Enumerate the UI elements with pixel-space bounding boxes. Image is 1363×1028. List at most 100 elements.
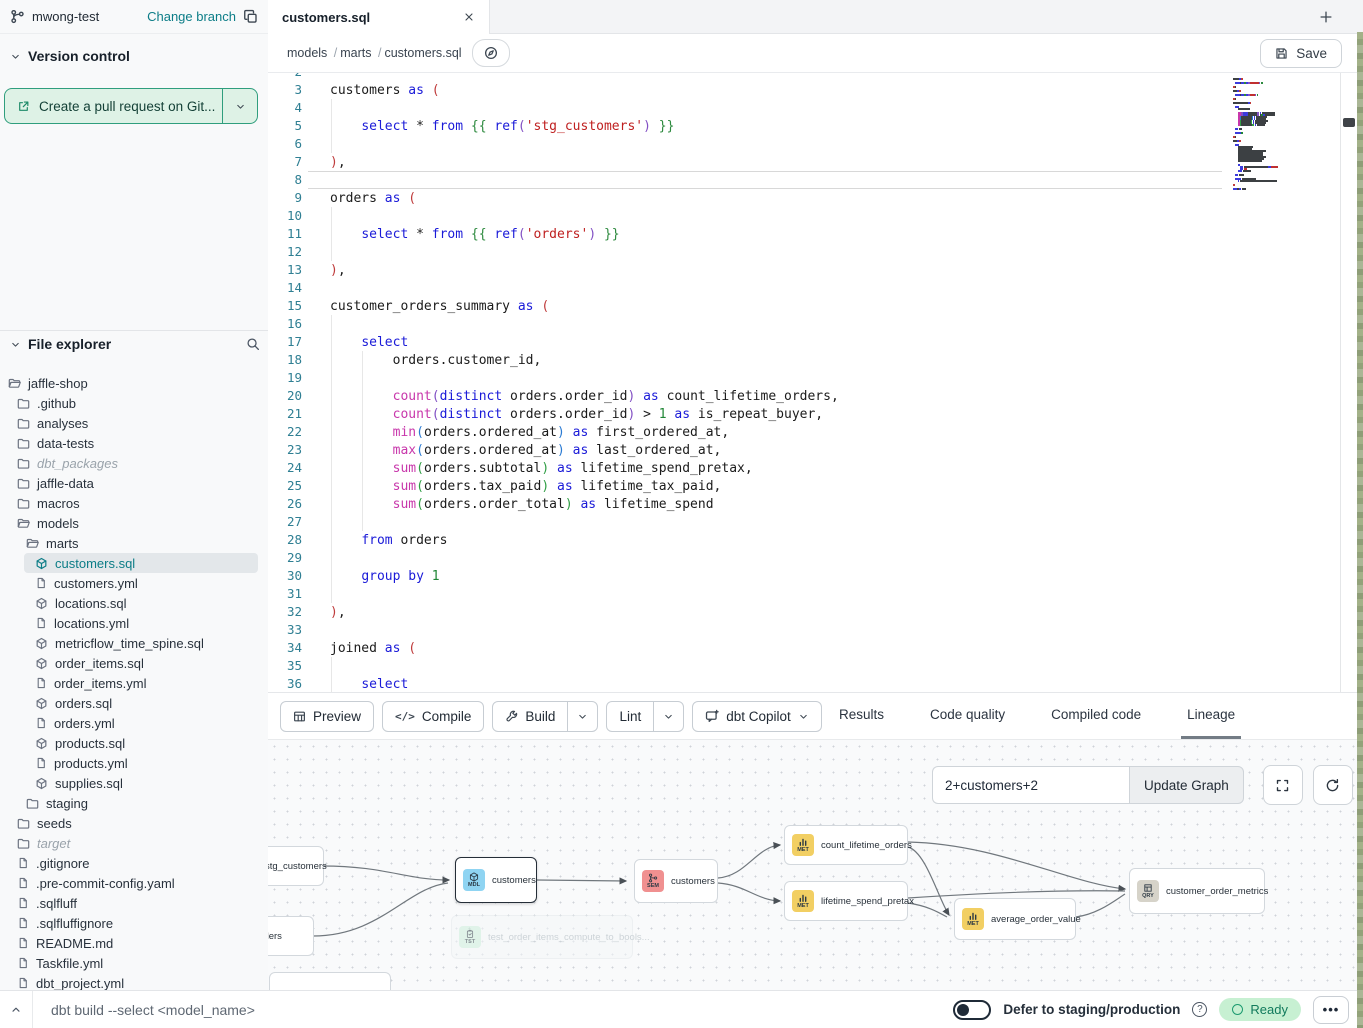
tree-item--sqlfluff[interactable]: .sqlfluff xyxy=(0,893,268,913)
code-line-35[interactable]: 35 xyxy=(268,657,1363,675)
dbt-copilot-button[interactable]: dbt Copilot xyxy=(692,701,822,732)
tree-item-metricflow-time-spine-sql[interactable]: metricflow_time_spine.sql xyxy=(0,633,268,653)
code-line-25[interactable]: 25 sum(orders.tax_paid) as lifetime_tax_… xyxy=(268,477,1363,495)
file-explorer-header[interactable]: File explorer xyxy=(10,336,260,352)
code-line-14[interactable]: 14 xyxy=(268,279,1363,297)
tree-item-orders-yml[interactable]: orders.yml xyxy=(0,713,268,733)
code-line-29[interactable]: 29 xyxy=(268,549,1363,567)
close-icon[interactable] xyxy=(463,11,475,23)
lineage-node-lifetime_spend_pretax[interactable]: METlifetime_spend_pretax xyxy=(784,881,908,921)
code-line-12[interactable]: 12 xyxy=(268,243,1363,261)
preview-button[interactable]: Preview xyxy=(280,701,374,732)
code-editor[interactable]: 23customers as (45 select * from {{ ref(… xyxy=(268,73,1363,692)
scrollbar-thumb[interactable] xyxy=(1343,118,1355,127)
lineage-node-customer_order_metrics[interactable]: QRYcustomer_order_metrics xyxy=(1129,868,1265,914)
tree-item-macros[interactable]: macros xyxy=(0,493,268,513)
refresh-button[interactable] xyxy=(1313,765,1353,805)
tab-results[interactable]: Results xyxy=(833,693,890,739)
code-line-20[interactable]: 20 count(distinct orders.order_id) as co… xyxy=(268,387,1363,405)
code-line-11[interactable]: 11 select * from {{ ref('orders') }} xyxy=(268,225,1363,243)
lineage-node-count_lifetime_orders[interactable]: METcount_lifetime_orders xyxy=(784,825,908,865)
tree-item--gitignore[interactable]: .gitignore xyxy=(0,853,268,873)
search-icon[interactable] xyxy=(246,337,260,351)
pr-dropdown-button[interactable] xyxy=(222,89,257,123)
update-graph-button[interactable]: Update Graph xyxy=(1129,766,1244,804)
command-text[interactable]: dbt build --select <model_name> xyxy=(51,1002,255,1018)
tree-item-analyses[interactable]: analyses xyxy=(0,413,268,433)
code-line-13[interactable]: 13), xyxy=(268,261,1363,279)
tree-item-locations-yml[interactable]: locations.yml xyxy=(0,613,268,633)
code-line-4[interactable]: 4 xyxy=(268,99,1363,117)
tree-item-customers-yml[interactable]: customers.yml xyxy=(0,573,268,593)
tree-item-dbt-project-yml[interactable]: dbt_project.yml xyxy=(0,973,268,990)
lineage-node-test_order_items[interactable]: TSTtest_order_items_compute_to_bools... xyxy=(451,915,633,959)
tree-item-data-tests[interactable]: data-tests xyxy=(0,433,268,453)
tree-item-locations-sql[interactable]: locations.sql xyxy=(0,593,268,613)
defer-toggle[interactable] xyxy=(953,1000,991,1020)
fullscreen-button[interactable] xyxy=(1263,765,1303,805)
lineage-node-orders[interactable]: MDLorders xyxy=(268,916,314,956)
lineage-node-customers_model[interactable]: MDLcustomers xyxy=(455,857,537,903)
change-branch-link[interactable]: Change branch xyxy=(147,9,236,24)
lineage-node-stg_customers[interactable]: MDLstg_customers xyxy=(268,846,324,886)
code-line-32[interactable]: 32), xyxy=(268,603,1363,621)
tree-item-jaffle-data[interactable]: jaffle-data xyxy=(0,473,268,493)
code-line-31[interactable]: 31 xyxy=(268,585,1363,603)
tree-item-products-yml[interactable]: products.yml xyxy=(0,753,268,773)
tree-item-readme-md[interactable]: README.md xyxy=(0,933,268,953)
tree-item-orders-sql[interactable]: orders.sql xyxy=(0,693,268,713)
lineage-node-average_order_value[interactable]: METaverage_order_value xyxy=(954,898,1076,940)
code-line-22[interactable]: 22 min(orders.ordered_at) as first_order… xyxy=(268,423,1363,441)
code-line-8[interactable]: 8 xyxy=(268,171,1363,189)
tree-item-dbt-packages[interactable]: dbt_packages xyxy=(0,453,268,473)
code-line-33[interactable]: 33 xyxy=(268,621,1363,639)
explore-compass-button[interactable] xyxy=(472,39,510,67)
tree-item-seeds[interactable]: seeds xyxy=(0,813,268,833)
help-icon[interactable]: ? xyxy=(1192,1002,1207,1017)
tree-item-products-sql[interactable]: products.sql xyxy=(0,733,268,753)
tree-item--sqlfluffignore[interactable]: .sqlfluffignore xyxy=(0,913,268,933)
code-line-17[interactable]: 17 select xyxy=(268,333,1363,351)
code-line-18[interactable]: 18 orders.customer_id, xyxy=(268,351,1363,369)
tab-lineage[interactable]: Lineage xyxy=(1181,693,1241,739)
tab-code-quality[interactable]: Code quality xyxy=(924,693,1011,739)
tree-item-supplies-sql[interactable]: supplies.sql xyxy=(0,773,268,793)
code-line-24[interactable]: 24 sum(orders.subtotal) as lifetime_spen… xyxy=(268,459,1363,477)
lint-dropdown-button[interactable] xyxy=(653,702,683,731)
tree-item-staging[interactable]: staging xyxy=(0,793,268,813)
compile-button[interactable]: </> Compile xyxy=(382,701,484,732)
tree-item-marts[interactable]: marts xyxy=(0,533,268,553)
code-line-7[interactable]: 7), xyxy=(268,153,1363,171)
build-button[interactable]: Build xyxy=(493,702,567,731)
code-line-30[interactable]: 30 group by 1 xyxy=(268,567,1363,585)
code-line-2[interactable]: 2 xyxy=(268,73,1363,81)
code-line-23[interactable]: 23 max(orders.ordered_at) as last_ordere… xyxy=(268,441,1363,459)
tab-customers-sql[interactable]: customers.sql xyxy=(268,0,490,34)
minimap[interactable] xyxy=(1233,73,1311,190)
lineage-panel[interactable]: MDLstg_customersMDLordersMDLcustomersSEM… xyxy=(268,740,1363,990)
editor-scrollbar[interactable] xyxy=(1340,73,1358,692)
tab-compiled-code[interactable]: Compiled code xyxy=(1045,693,1147,739)
tree-item--github[interactable]: .github xyxy=(0,393,268,413)
code-line-6[interactable]: 6 xyxy=(268,135,1363,153)
tree-item-taskfile-yml[interactable]: Taskfile.yml xyxy=(0,953,268,973)
tree-item-order-items-yml[interactable]: order_items.yml xyxy=(0,673,268,693)
save-button[interactable]: Save xyxy=(1260,39,1342,68)
code-line-26[interactable]: 26 sum(orders.order_total) as lifetime_s… xyxy=(268,495,1363,513)
code-line-34[interactable]: 34joined as ( xyxy=(268,639,1363,657)
tree-item-models[interactable]: models xyxy=(0,513,268,533)
code-line-16[interactable]: 16 xyxy=(268,315,1363,333)
tree-item-target[interactable]: target xyxy=(0,833,268,853)
tree-item--pre-commit-config-yaml[interactable]: .pre-commit-config.yaml xyxy=(0,873,268,893)
code-line-5[interactable]: 5 select * from {{ ref('stg_customers') … xyxy=(268,117,1363,135)
tree-item-customers-sql[interactable]: customers.sql xyxy=(0,553,268,573)
code-line-10[interactable]: 10 xyxy=(268,207,1363,225)
code-line-27[interactable]: 27 xyxy=(268,513,1363,531)
create-pr-button[interactable]: Create a pull request on Git... xyxy=(4,88,258,124)
code-line-36[interactable]: 36 select xyxy=(268,675,1363,692)
lineage-filter-input[interactable] xyxy=(932,766,1129,804)
tree-item-order-items-sql[interactable]: order_items.sql xyxy=(0,653,268,673)
new-tab-button[interactable] xyxy=(1313,4,1339,30)
copy-icon[interactable] xyxy=(243,9,258,24)
code-line-3[interactable]: 3customers as ( xyxy=(268,81,1363,99)
